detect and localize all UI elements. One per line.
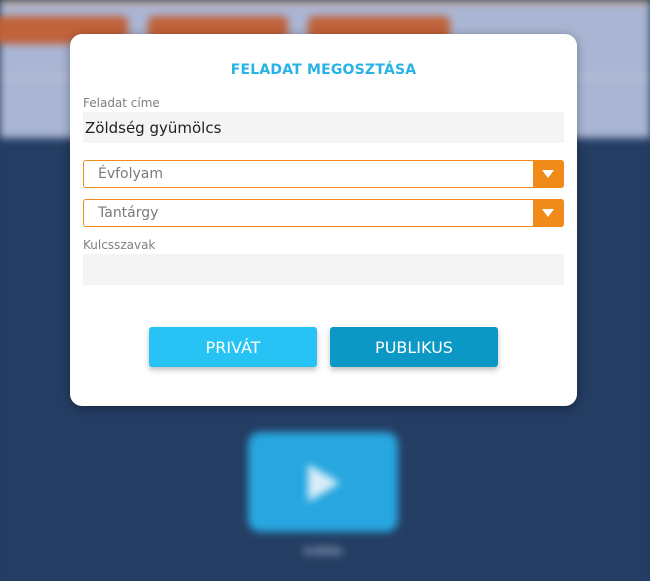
background-caption: Indítás <box>303 543 343 558</box>
private-button[interactable]: PRIVÁT <box>149 327 317 367</box>
keywords-label: Kulcsszavak <box>83 238 156 252</box>
background-top-strip <box>0 0 650 4</box>
public-button[interactable]: PUBLIKUS <box>330 327 498 367</box>
grade-select-value: Évfolyam <box>98 166 164 182</box>
chevron-down-icon <box>542 209 554 217</box>
play-icon <box>308 464 340 502</box>
chevron-down-icon <box>542 170 554 178</box>
grade-select-toggle[interactable] <box>533 160 564 188</box>
subject-select-toggle[interactable] <box>533 199 564 227</box>
subject-select[interactable]: Tantárgy <box>83 199 564 227</box>
grade-select[interactable]: Évfolyam <box>83 160 564 188</box>
task-title-input[interactable] <box>83 112 564 143</box>
keywords-input[interactable] <box>83 254 564 285</box>
background-play-tile <box>248 432 398 532</box>
dialog-title: FELADAT MEGOSZTÁSA <box>230 62 417 78</box>
share-task-dialog: FELADAT MEGOSZTÁSA Feladat címe Évfolyam… <box>70 34 577 406</box>
subject-select-value: Tantárgy <box>98 205 159 221</box>
task-title-label: Feladat címe <box>83 96 160 110</box>
